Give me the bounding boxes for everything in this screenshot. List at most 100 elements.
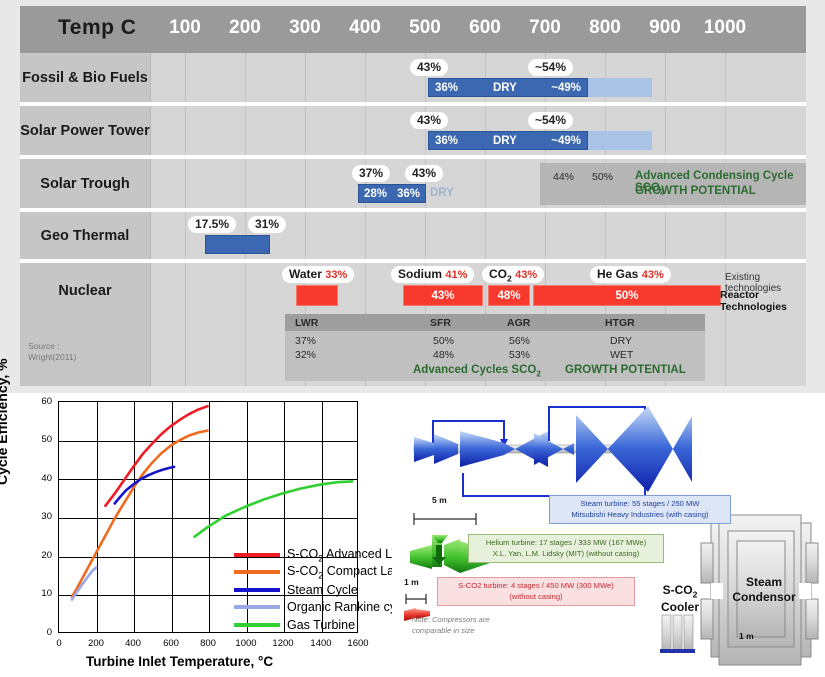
nuclear-callout-co2-name: CO2 [489, 267, 512, 283]
chart-legend-label: Steam Cycle [287, 582, 358, 597]
chart-ytick-30: 30 [41, 511, 52, 522]
nuclear-subtable-header-lwr: LWR [295, 317, 319, 329]
nuclear-callout-co2-name-text: CO [489, 267, 507, 281]
nuclear-callout-hegas-name: He Gas [597, 267, 639, 281]
solar-trough-dry-label: DRY [430, 187, 454, 199]
page-root: Temp C 100 200 300 400 500 600 700 800 9… [0, 0, 825, 677]
temp-tick-500: 500 [409, 17, 441, 38]
sco2-cooler-label-sub: 2 [692, 589, 698, 600]
solar-tower-pill-right: ~54% [528, 112, 574, 129]
solar-trough-pill-right: 43% [405, 165, 444, 182]
chart-ytick-10: 10 [41, 588, 52, 599]
row-label-solar-trough: Solar Trough [20, 159, 150, 208]
compressor-note: Note: Compressors are comparable in size [412, 614, 490, 637]
helium-turbine-caption-line1: Helium turbine: 17 stages / 333 MW (167 … [485, 538, 647, 547]
source-citation: Source : Wright(2011) [28, 341, 76, 364]
sco2-turbine-caption: S-CO2 turbine: 4 stages / 450 MW (300 MW… [437, 577, 635, 607]
temp-tick-300: 300 [289, 17, 321, 38]
chart-x-axis-label: Turbine Inlet Temperature, °C [86, 654, 273, 669]
chart-plot-area: S-CO2 Advanced Layout S-CO2 Compact Layou… [58, 401, 423, 633]
steam-turbine-caption-line1: Steam turbine: 55 stages / 250 MW [580, 499, 700, 508]
nuclear-subtable-header: LWR SFR AGR HTGR [285, 314, 705, 331]
helium-turbine-caption: Helium turbine: 17 stages / 333 MW (167 … [468, 534, 664, 564]
scale-1m-right-label: 1 m [739, 631, 754, 641]
matrix-grid: Fossil & Bio Fuels Solar Power Tower Sol… [20, 53, 806, 386]
steam-turbine-caption-line2: Mitsubishi Heavy Industries (with casing… [571, 509, 709, 519]
chart-xtick-600: 600 [163, 638, 179, 649]
advanced-condensing-value-44: 44% [553, 171, 575, 183]
row-label-geo-thermal: Geo Thermal [20, 212, 150, 259]
nuclear-subtable-header-agr: AGR [507, 317, 531, 329]
fossil-bar-start-label: 36% [435, 81, 459, 94]
nuclear-callout-co2: CO2 43% [482, 266, 545, 283]
solar-trough-bar-end-label: 36% [396, 187, 420, 200]
chart-series-4 [193, 480, 354, 538]
nuclear-callout-sodium-name: Sodium [398, 267, 442, 281]
row-label-nuclear-text: Nuclear [58, 282, 112, 299]
turbine-size-comparison-diagram: 5 m 1 m 1 m Steam turbine: 55 stages / 2… [392, 393, 825, 677]
nuclear-subtable-r2-htgr: WET [610, 349, 634, 361]
nuclear-subtable-r1-lwr: 37% [295, 335, 317, 347]
sco2-cooler-label-line1: S-CO2 [644, 583, 716, 600]
temp-tick-600: 600 [469, 17, 501, 38]
scale-5m-label: 5 m [432, 495, 447, 505]
nuclear-bar-sodium-label: 43% [431, 289, 455, 302]
chart-ytick-40: 40 [41, 473, 52, 484]
chart-xtick-200: 200 [88, 638, 104, 649]
advanced-condensing-value-50: 50% [592, 171, 614, 183]
steam-condenser-label: Steam Condensor [726, 575, 802, 605]
nuclear-callout-hegas: He Gas 43% [590, 266, 671, 283]
matrix-header-band: Temp C 100 200 300 400 500 600 700 800 9… [20, 6, 806, 53]
temp-axis-label: Temp C [58, 16, 137, 39]
nuclear-callout-sodium: Sodium 41% [391, 266, 475, 283]
nuclear-callout-hegas-pct: 43% [641, 269, 664, 281]
reactor-technologies-note: Reactor Technologies [720, 289, 787, 313]
nuclear-subtable: LWR SFR AGR HTGR 37% 50% 56% DRY 32% 48%… [285, 314, 705, 381]
chart-xtick-0: 0 [56, 638, 62, 649]
chart-ytick-0: 0 [46, 627, 52, 638]
fossil-bar-dry-label: DRY [493, 81, 517, 94]
geothermal-pill-left: 17.5% [188, 216, 237, 233]
chart-legend-swatch [234, 587, 280, 592]
steam-condenser-label-line1: Steam [745, 575, 783, 589]
helium-turbine-caption-line2: X.L. Yan, L.M. Lidsky (MIT) (without cas… [492, 548, 640, 558]
chart-y-axis-label-text: Cycle Efficiency, % [0, 358, 10, 485]
advanced-condensing-panel: 44% 50% Advanced Condensing Cycle SCO2 G… [540, 163, 806, 205]
nuclear-subtable-footer-left-text: Advanced Cycles SCO [413, 364, 537, 376]
solar-trough-bar: 28% 36% [358, 184, 426, 203]
nuclear-callout-sodium-pct: 41% [445, 269, 468, 281]
nuclear-callout-co2-pct: 43% [515, 269, 538, 281]
chart-ytick-20: 20 [41, 550, 52, 561]
nuclear-bar-co2-label: 48% [497, 289, 521, 302]
temp-tick-1000: 1000 [703, 17, 747, 38]
temp-tick-200: 200 [229, 17, 261, 38]
nuclear-subtable-r2-agr: 53% [509, 349, 531, 361]
source-line-2: Wright(2011) [28, 352, 77, 363]
chart-series-0 [104, 404, 209, 508]
nuclear-bar-sodium: 43% [403, 285, 483, 306]
nuclear-callout-water-name: Water [289, 267, 322, 281]
geothermal-pill-right: 31% [248, 216, 287, 233]
temp-tick-800: 800 [589, 17, 621, 38]
compressor-note-line2: comparable in size [412, 626, 475, 636]
steam-turbine-caption: Steam turbine: 55 stages / 250 MW Mitsub… [549, 495, 731, 525]
nuclear-subtable-r1-agr: 56% [509, 335, 531, 347]
nuclear-bar-hegas-label: 50% [615, 289, 639, 302]
chart-xtick-400: 400 [125, 638, 141, 649]
row-label-solar-power-tower: Solar Power Tower [20, 106, 150, 155]
solar-tower-bar-dark: 36% DRY ~49% [428, 131, 588, 150]
temp-tick-100: 100 [169, 17, 201, 38]
temp-tick-900: 900 [649, 17, 681, 38]
chart-xtick-1000: 1000 [235, 638, 257, 649]
fossil-bar-dark: 36% DRY ~49% [428, 78, 588, 97]
solar-tower-bar-start-label: 36% [435, 134, 459, 147]
matrix-inner: Temp C 100 200 300 400 500 600 700 800 9… [20, 6, 806, 386]
chart-x-axis-label-text: Turbine Inlet Temperature, °C [86, 654, 274, 669]
chart-legend-swatch [234, 570, 280, 575]
chart-xtick-1400: 1400 [310, 638, 332, 649]
nuclear-callout-water: Water 33% [282, 266, 355, 283]
cycle-efficiency-chart: Cycle Efficiency, % Turbine Inlet Temper… [0, 358, 423, 677]
temp-tick-400: 400 [349, 17, 381, 38]
solar-tower-pill-left: 43% [410, 112, 449, 129]
nuclear-subtable-r1-htgr: DRY [610, 335, 632, 347]
